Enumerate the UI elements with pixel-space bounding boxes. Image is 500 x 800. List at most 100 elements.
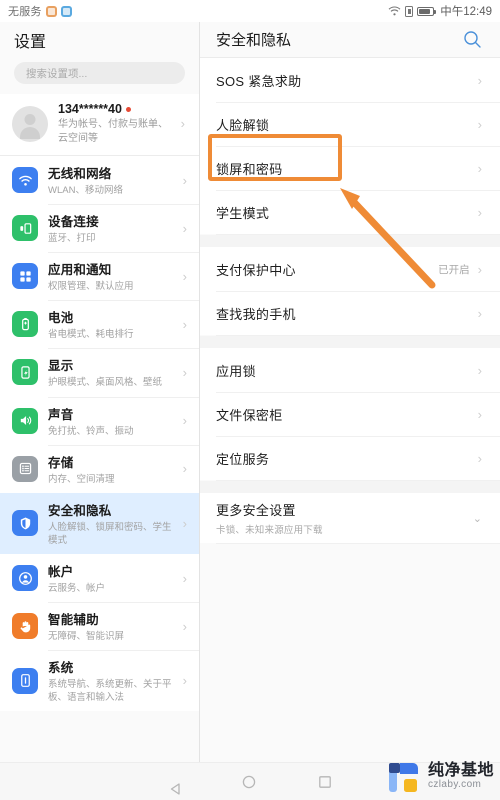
settings-row-2-1[interactable]: 文件保密柜 › [200, 392, 500, 436]
chevron-right-icon: › [182, 461, 187, 477]
settings-row-2-2[interactable]: 定位服务 › [200, 436, 500, 480]
sidebar-item-2[interactable]: 应用和通知 权限管理、默认应用 › [0, 252, 199, 301]
settings-row-text: 锁屏和密码 [216, 159, 478, 178]
sidebar-item-10[interactable]: 系统系统导航、系统更新、关于平板、语言和输入法 › [0, 650, 199, 712]
clock-label: 中午12:49 [440, 6, 492, 18]
sidebar-item-5[interactable]: 声音 免打扰、铃声、振动 › [0, 396, 199, 445]
chevron-right-icon: › [182, 220, 187, 236]
sidebar-item-label: 存储 [48, 455, 74, 470]
chevron-right-icon: › [182, 618, 187, 634]
settings-group-1: 支付保护中心 已开启 › 查找我的手机 › [200, 247, 500, 335]
settings-row-label: 定位服务 [216, 451, 270, 467]
security-privacy-panel: 安全和隐私 SOS 紧急求助 › 人脸解锁 › 锁屏和密码 › 学生模式 › 支付保护中心 已开启… [200, 22, 500, 762]
chevron-right-icon: › [477, 204, 482, 220]
recents-square-icon[interactable] [318, 775, 332, 789]
settings-row-text: 应用锁 [216, 361, 478, 380]
sidebar-item-subtitle: 省电模式、耗电排行 [48, 329, 134, 341]
sidebar-item-subtitle: 无障碍、智能识屏 [48, 631, 125, 643]
sidebar-item-6[interactable]: 存储 内存、空间清理 › [0, 444, 199, 493]
search-input[interactable]: 搜索设置项... [14, 62, 185, 84]
sidebar-item-text: 声音 免打扰、铃声、振动 [48, 404, 173, 438]
settings-row-label: 人脸解锁 [216, 117, 270, 133]
account-subtitle: 华为帐号、付款与账单、云空间等 [58, 119, 168, 144]
sidebar-item-text: 应用和通知 权限管理、默认应用 [48, 259, 173, 293]
sidebar-item-7[interactable]: 安全和隐私 人脸解锁、锁屏和密码、学生模式 › [0, 492, 199, 554]
account-id-wrap: 134******40 [58, 102, 171, 116]
settings-row-0-1[interactable]: 人脸解锁 › [200, 102, 500, 146]
watermark-name: 纯净基地 [427, 762, 494, 780]
settings-row-text: 定位服务 [216, 449, 478, 468]
settings-row-text: 学生模式 [216, 203, 478, 222]
settings-row-3-0[interactable]: 更多安全设置 卡锁、未知来源应用下载 ⌄ [200, 493, 500, 543]
settings-row-label: 文件保密柜 [216, 407, 283, 423]
settings-row-2-0[interactable]: 应用锁 › [200, 348, 500, 392]
sidebar-item-4[interactable]: 显示 护眼模式、桌面风格、壁纸 › [0, 348, 199, 397]
settings-row-1-1[interactable]: 查找我的手机 › [200, 291, 500, 335]
sidebar-item-label: 设备连接 [48, 215, 99, 230]
sidebar-item-label: 系统 [48, 661, 74, 676]
search-icon[interactable] [463, 30, 482, 49]
settings-row-text: 查找我的手机 [216, 304, 478, 323]
sidebar-item-subtitle: 护眼模式、桌面风格、壁纸 [48, 377, 163, 389]
sidebar-item-subtitle: 系统导航、系统更新、关于平板、语言和输入法 [48, 679, 172, 704]
settings-group-0: SOS 紧急求助 › 人脸解锁 › 锁屏和密码 › 学生模式 › [200, 58, 500, 234]
settings-groups: SOS 紧急求助 › 人脸解锁 › 锁屏和密码 › 学生模式 › 支付保护中心 已开启 › 查找我的手… [200, 58, 500, 544]
system-info-icon [12, 667, 38, 694]
watermark-url: czlaby.com [427, 779, 482, 791]
account-text: 134******40 华为帐号、付款与账单、云空间等 [58, 102, 171, 145]
account-icon [12, 565, 38, 592]
settings-row-label: 支付保护中心 [216, 262, 296, 278]
settings-row-1-0[interactable]: 支付保护中心 已开启 › [200, 247, 500, 291]
back-triangle-icon[interactable] [169, 775, 180, 795]
settings-row-0-3[interactable]: 学生模式 › [200, 190, 500, 234]
home-circle-icon[interactable] [242, 775, 256, 789]
settings-row-0-0[interactable]: SOS 紧急求助 › [200, 58, 500, 102]
sidebar-item-text: 设备连接 蓝牙、打印 [48, 211, 173, 245]
chevron-right-icon: › [182, 268, 187, 284]
settings-row-0-2[interactable]: 锁屏和密码 › [200, 146, 500, 190]
hand-icon [12, 613, 38, 640]
settings-sidebar: 设置 搜索设置项... 134******40 华为帐号、付款与账单、云空间等 … [0, 22, 200, 762]
sim-card-icon [405, 5, 414, 17]
sidebar-list: 无线和网络 WLAN、移动网络 › 设备连接 蓝牙、打印 › 应用和通知 权限管理、默认应用 ›… [0, 156, 199, 712]
sidebar-item-subtitle: WLAN、移动网络 [48, 185, 123, 196]
sidebar-item-label: 智能辅助 [48, 613, 99, 628]
wifi-icon [12, 167, 38, 194]
watermark-logo-icon [387, 760, 421, 794]
account-row[interactable]: 134******40 华为帐号、付款与账单、云空间等 › [0, 94, 199, 156]
chevron-right-icon: › [180, 116, 185, 131]
settings-row-text: 更多安全设置 卡锁、未知来源应用下载 [216, 500, 473, 536]
chevron-right-icon: › [182, 316, 187, 332]
chevron-right-icon: › [477, 362, 482, 378]
watermark: 纯净基地 czlaby.com [387, 760, 494, 794]
sidebar-item-label: 无线和网络 [48, 167, 112, 181]
watermark-text: 纯净基地 czlaby.com [428, 763, 494, 790]
sidebar-item-subtitle: 免打扰、铃声、振动 [48, 425, 134, 437]
settings-row-label: 学生模式 [216, 205, 270, 221]
settings-row-subtitle: 卡锁、未知来源应用下载 [216, 525, 323, 536]
chevron-right-icon: › [477, 261, 482, 277]
chevron-right-icon: › [182, 673, 187, 689]
settings-group-2: 应用锁 › 文件保密柜 › 定位服务 › [200, 348, 500, 480]
settings-row-value: 已开启 [438, 263, 470, 276]
sidebar-item-1[interactable]: 设备连接 蓝牙、打印 › [0, 204, 199, 253]
wifi-icon [388, 6, 401, 16]
settings-row-text: SOS 紧急求助 [216, 71, 478, 90]
sidebar-item-text: 智能辅助无障碍、智能识屏 [48, 609, 173, 643]
battery-icon [12, 311, 38, 338]
sidebar-item-9[interactable]: 智能辅助无障碍、智能识屏 › [0, 602, 199, 651]
chevron-right-icon: › [182, 570, 187, 586]
chevron-down-icon[interactable]: ⌄ [473, 512, 482, 525]
chevron-right-icon: › [182, 172, 187, 188]
app-icon-orange [45, 5, 57, 17]
settings-row-label: 锁屏和密码 [216, 161, 283, 177]
chevron-right-icon: › [182, 515, 187, 531]
sidebar-item-text: 系统系统导航、系统更新、关于平板、语言和输入法 [48, 657, 173, 704]
panel-header: 安全和隐私 [200, 22, 500, 58]
sidebar-item-8[interactable]: 帐户 云服务、帐户 › [0, 553, 199, 603]
sidebar-item-label: 安全和隐私 [48, 503, 112, 518]
sidebar-item-3[interactable]: 电池 省电模式、耗电排行 › [0, 300, 199, 349]
apps-icon [12, 263, 38, 290]
sidebar-item-0[interactable]: 无线和网络 WLAN、移动网络 › [0, 156, 199, 205]
settings-row-text: 文件保密柜 [216, 405, 478, 424]
